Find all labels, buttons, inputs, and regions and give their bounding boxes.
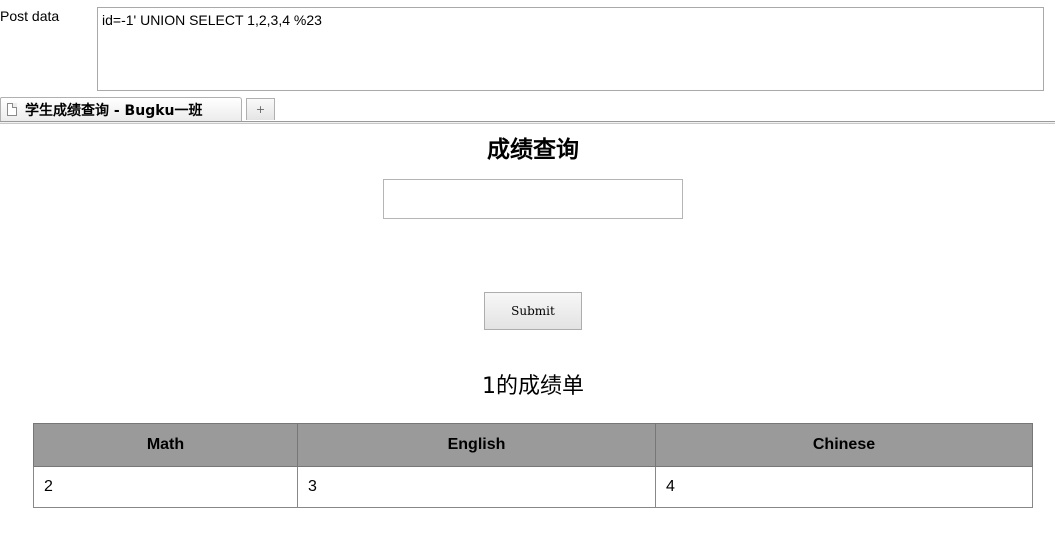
- tab-title: 学生成绩查询 - Bugku一班: [25, 102, 203, 119]
- post-data-field[interactable]: id=-1' UNION SELECT 1,2,3,4 %23: [97, 7, 1044, 91]
- scores-table: Math English Chinese 2 3 4: [33, 423, 1033, 508]
- column-header-chinese: Chinese: [655, 423, 1033, 467]
- post-data-bar: Post data id=-1' UNION SELECT 1,2,3,4 %2…: [0, 0, 1055, 96]
- result-heading: 1的成绩单: [482, 374, 584, 399]
- page-icon: [7, 103, 17, 116]
- submit-button[interactable]: Submit: [484, 292, 582, 330]
- tab-active[interactable]: 学生成绩查询 - Bugku一班: [0, 97, 242, 121]
- table-cell-english: 3: [297, 466, 656, 508]
- table-cell-chinese: 4: [655, 466, 1033, 508]
- column-header-english: English: [297, 423, 656, 467]
- query-input[interactable]: [383, 179, 683, 219]
- column-header-math: Math: [33, 423, 298, 467]
- page-title: 成绩查询: [487, 137, 579, 163]
- tab-strip: 学生成绩查询 - Bugku一班 +: [0, 96, 1055, 124]
- table-header-row: Math English Chinese: [33, 423, 1033, 467]
- new-tab-button[interactable]: +: [246, 98, 275, 120]
- page-content: 成绩查询 Submit 1的成绩单 Math English Chinese 2…: [0, 124, 1055, 550]
- post-data-label: Post data: [0, 8, 60, 24]
- table-cell-math: 2: [33, 466, 298, 508]
- table-row: 2 3 4: [33, 466, 1033, 508]
- plus-icon: +: [255, 103, 266, 116]
